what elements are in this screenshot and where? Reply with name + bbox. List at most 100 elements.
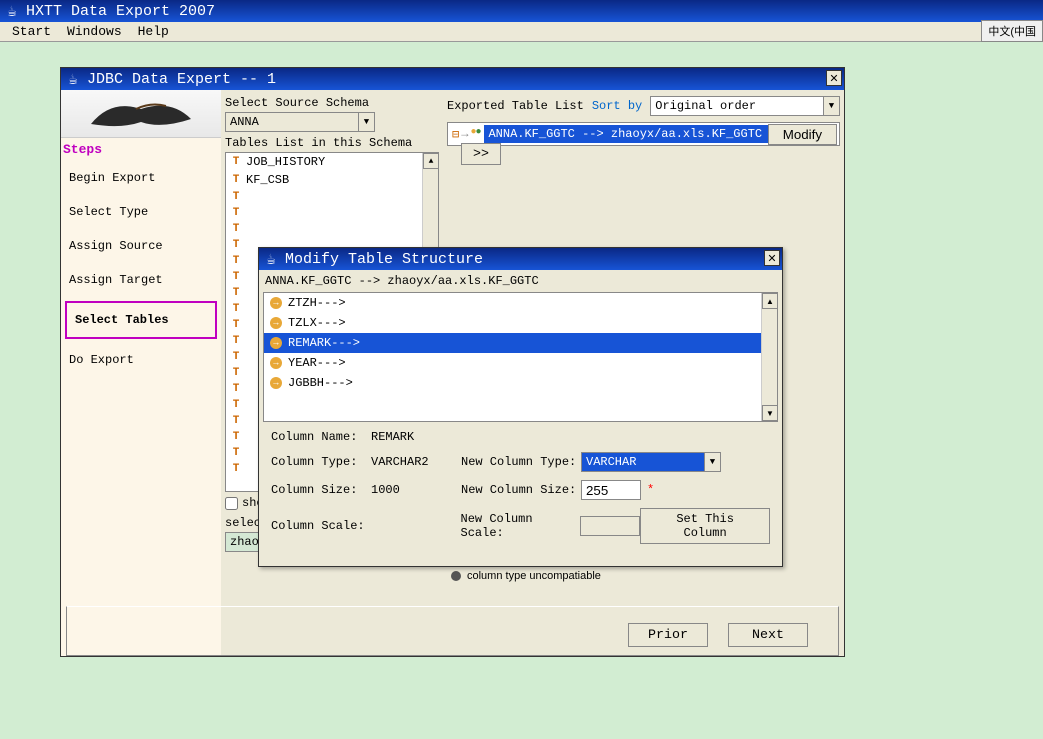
table-row[interactable]: T — [226, 221, 438, 237]
java-icon: ☕ — [4, 3, 20, 19]
menu-start[interactable]: Start — [4, 22, 59, 41]
menu-help[interactable]: Help — [130, 22, 177, 41]
table-icon: T — [230, 255, 242, 267]
steps-panel: Steps Begin Export Select Type Assign So… — [61, 90, 221, 656]
next-button[interactable]: Next — [728, 623, 808, 647]
jdbc-titlebar: ☕ JDBC Data Expert -- 1 ✕ — [61, 68, 844, 90]
new-scale-input[interactable] — [580, 516, 640, 536]
step-assign-target[interactable]: Assign Target — [61, 263, 221, 297]
table-icon: T — [230, 367, 242, 379]
language-badge[interactable]: 中文(中国 — [981, 20, 1043, 42]
table-icon: T — [230, 271, 242, 283]
scroll-down-icon[interactable]: ▼ — [762, 405, 778, 421]
column-item[interactable]: →JGBBH---> — [264, 373, 777, 393]
chevron-down-icon[interactable]: ▼ — [704, 453, 720, 471]
new-scale-label: New Column Scale: — [461, 512, 581, 540]
exported-table-list[interactable]: ⊟ → ●● ANNA.KF_GGTC --> zhaoyx/aa.xls.KF… — [447, 122, 840, 146]
step-do-export[interactable]: Do Export — [61, 343, 221, 377]
java-icon: ☕ — [65, 71, 81, 87]
col-scale-label: Column Scale: — [271, 519, 371, 533]
scroll-up-icon[interactable]: ▲ — [762, 293, 778, 309]
table-icon: T — [230, 287, 242, 299]
steps-heading: Steps — [61, 138, 221, 161]
table-row[interactable]: T — [226, 205, 438, 221]
column-item[interactable]: →ZTZH---> — [264, 293, 777, 313]
table-icon: T — [230, 463, 242, 475]
scrollbar[interactable]: ▲ ▼ — [761, 293, 777, 421]
checkbox-input[interactable] — [225, 497, 238, 510]
new-type-label: New Column Type: — [461, 455, 581, 469]
app-titlebar: ☕ HXTT Data Export 2007 — [0, 0, 1043, 22]
main-area: ☕ JDBC Data Expert -- 1 ✕ Steps Begin Ex… — [0, 42, 1043, 739]
arrow-icon: → — [270, 337, 282, 349]
table-row[interactable]: TJOB_HISTORY — [226, 153, 438, 171]
table-icon: T — [230, 335, 242, 347]
tables-list-label: Tables List in this Schema — [225, 136, 439, 150]
table-icon: T — [230, 447, 242, 459]
step-select-type[interactable]: Select Type — [61, 195, 221, 229]
column-item[interactable]: →YEAR---> — [264, 353, 777, 373]
table-row[interactable]: TKF_CSB — [226, 171, 438, 189]
menu-windows[interactable]: Windows — [59, 22, 130, 41]
close-button[interactable]: ✕ — [826, 70, 842, 86]
sort-combo[interactable]: Original order ▼ — [650, 96, 840, 116]
table-icon: T — [230, 239, 242, 251]
export-icon: ⊟ — [452, 127, 459, 142]
menubar: Start Windows Help — [0, 22, 1043, 42]
table-icon: T — [230, 431, 242, 443]
step-select-tables[interactable]: Select Tables — [65, 301, 217, 339]
legend-row: column type uncompatiable — [451, 568, 834, 584]
set-column-button[interactable]: Set This Column — [640, 508, 770, 544]
table-icon: T — [230, 156, 242, 168]
column-item[interactable]: →TZLX---> — [264, 313, 777, 333]
close-button[interactable]: ✕ — [764, 250, 780, 266]
table-row[interactable]: T — [226, 189, 438, 205]
schema-label: Select Source Schema — [225, 96, 439, 110]
table-icon: T — [230, 415, 242, 427]
step-begin-export[interactable]: Begin Export — [61, 161, 221, 195]
jdbc-title: JDBC Data Expert -- 1 — [87, 71, 276, 88]
new-size-input[interactable] — [581, 480, 641, 500]
table-icon: T — [230, 351, 242, 363]
col-type-label: Column Type: — [271, 455, 371, 469]
table-icon: T — [230, 174, 242, 186]
prior-button[interactable]: Prior — [628, 623, 708, 647]
exported-label: Exported Table List — [447, 99, 584, 113]
export-row-text: ANNA.KF_GGTC --> zhaoyx/aa.xls.KF_GGTC — [484, 125, 767, 143]
table-icon: T — [230, 383, 242, 395]
table-icon: T — [230, 319, 242, 331]
export-row[interactable]: ⊟ → ●● ANNA.KF_GGTC --> zhaoyx/aa.xls.KF… — [448, 124, 839, 145]
scroll-up-icon[interactable]: ▲ — [423, 153, 439, 169]
modify-path: ANNA.KF_GGTC --> zhaoyx/aa.xls.KF_GGTC — [259, 270, 782, 292]
gray-dot-icon — [451, 571, 461, 581]
modify-titlebar: ☕ Modify Table Structure ✕ — [259, 248, 782, 270]
chevron-down-icon[interactable]: ▼ — [358, 113, 374, 131]
modify-window: ☕ Modify Table Structure ✕ ANNA.KF_GGTC … — [258, 247, 783, 567]
table-icon: T — [230, 191, 242, 203]
arrow-icon: → — [270, 377, 282, 389]
arrow-icon: → — [270, 357, 282, 369]
schema-combo[interactable]: ANNA ▼ — [225, 112, 375, 132]
step-assign-source[interactable]: Assign Source — [61, 229, 221, 263]
table-icon: T — [230, 207, 242, 219]
chevron-down-icon[interactable]: ▼ — [823, 97, 839, 115]
col-name-label: Column Name: — [271, 430, 371, 444]
column-details: Column Name: REMARK Column Type: VARCHAR… — [259, 422, 782, 560]
table-icon: T — [230, 399, 242, 411]
new-size-label: New Column Size: — [461, 483, 581, 497]
col-name-value: REMARK — [371, 430, 461, 444]
col-type-value: VARCHAR2 — [371, 455, 461, 469]
table-icon: T — [230, 303, 242, 315]
column-item[interactable]: →REMARK---> — [264, 333, 777, 353]
app-title: HXTT Data Export 2007 — [26, 3, 215, 20]
transfer-button[interactable]: >> — [461, 143, 501, 165]
table-icon: T — [230, 223, 242, 235]
modify-button[interactable]: Modify — [768, 124, 837, 145]
java-icon: ☕ — [263, 251, 279, 267]
new-type-select[interactable]: VARCHAR ▼ — [581, 452, 721, 472]
col-size-label: Column Size: — [271, 483, 371, 497]
eagle-image — [61, 90, 221, 138]
column-list[interactable]: →ZTZH---> →TZLX---> →REMARK---> →YEAR---… — [263, 292, 778, 422]
bottom-frame: Prior Next — [66, 606, 839, 656]
sort-by-label: Sort by — [592, 99, 642, 113]
